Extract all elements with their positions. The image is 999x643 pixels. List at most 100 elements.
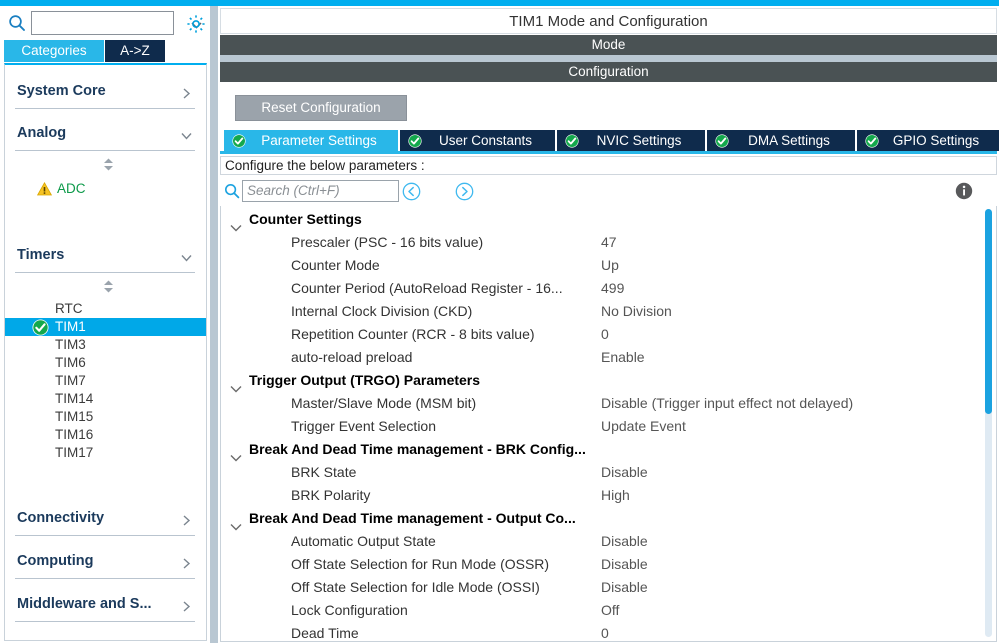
chevron-left-circle-icon[interactable] (402, 182, 421, 201)
table-row[interactable]: Dead Time 0 (221, 622, 981, 641)
tree-group-counter-settings[interactable]: Counter Settings (221, 208, 981, 232)
param-label: Counter Mode (291, 257, 380, 273)
table-row[interactable]: Counter Period (AutoReload Register - 16… (221, 277, 981, 300)
sidebar-item-tim7[interactable]: TIM7 (5, 372, 206, 390)
parameter-search-input[interactable]: Search (Ctrl+F) (242, 180, 399, 202)
param-value[interactable]: 0 (601, 323, 609, 346)
tree-group-label: Break And Dead Time management - Output … (249, 510, 576, 526)
sidebar-search-input[interactable] (31, 11, 174, 35)
tree-group-label: Trigger Output (TRGO) Parameters (249, 372, 481, 388)
table-row[interactable]: Off State Selection for Idle Mode (OSSI)… (221, 576, 981, 599)
table-row[interactable]: Trigger Event Selection Update Event (221, 415, 981, 438)
sidebar-tab-a-to-z[interactable]: A->Z (105, 40, 165, 62)
param-value[interactable]: High (601, 484, 630, 507)
chevron-down-icon (180, 129, 193, 142)
table-row[interactable]: Off State Selection for Run Mode (OSSR) … (221, 553, 981, 576)
tree-group-trigger-output[interactable]: Trigger Output (TRGO) Parameters (221, 369, 981, 393)
sidebar-group-timers[interactable]: Timers (15, 243, 195, 273)
tab-parameter-settings[interactable]: Parameter Settings (224, 130, 398, 151)
param-value[interactable]: 47 (601, 231, 617, 254)
param-value[interactable]: Disable (601, 576, 648, 599)
param-value[interactable]: Disable (601, 530, 648, 553)
sidebar-item-label: TIM3 (55, 337, 86, 352)
sidebar-group-system-core[interactable]: System Core (15, 79, 195, 109)
param-label: Automatic Output State (291, 533, 436, 549)
scroll-spinner-analog[interactable] (103, 158, 114, 171)
scroll-spinner-timers[interactable] (103, 280, 114, 293)
param-value[interactable]: 499 (601, 277, 624, 300)
sidebar-group-analog[interactable]: Analog (15, 121, 195, 151)
chevron-down-icon (230, 515, 242, 531)
table-row[interactable]: Automatic Output State Disable (221, 530, 981, 553)
vertical-scrollbar-thumb[interactable] (985, 209, 992, 414)
param-value[interactable]: No Division (601, 300, 672, 323)
configure-hint: Configure the below parameters : (220, 156, 997, 175)
search-icon (8, 14, 26, 32)
tab-label: Parameter Settings (261, 133, 377, 148)
sidebar-item-label: TIM7 (55, 373, 86, 388)
param-value[interactable]: Off (601, 599, 619, 622)
sidebar-item-tim17[interactable]: TIM17 (5, 444, 206, 462)
cubemx-window: Categories A->Z System Core Analog ADC T… (0, 0, 999, 643)
param-value[interactable]: Disable (Trigger input effect not delaye… (601, 392, 853, 415)
sidebar-item-label: TIM17 (55, 445, 94, 460)
page-title: TIM1 Mode and Configuration (220, 8, 997, 34)
tree-group-output-config[interactable]: Break And Dead Time management - Output … (221, 507, 981, 531)
sidebar-item-adc[interactable]: ADC (5, 180, 206, 198)
table-row[interactable]: Repetition Counter (RCR - 8 bits value) … (221, 323, 981, 346)
chevron-down-icon (230, 446, 242, 462)
sidebar-group-connectivity[interactable]: Connectivity (15, 506, 195, 536)
table-row[interactable]: BRK State Disable (221, 461, 981, 484)
tab-gpio-settings[interactable]: GPIO Settings (857, 130, 999, 151)
sidebar-item-tim3[interactable]: TIM3 (5, 336, 206, 354)
chevron-right-icon (180, 514, 193, 527)
table-row[interactable]: Internal Clock Division (CKD) No Divisio… (221, 300, 981, 323)
sidebar-group-label: Computing (17, 553, 94, 569)
chevron-right-icon (180, 600, 193, 613)
chevron-right-circle-icon[interactable] (455, 182, 474, 201)
sidebar-group-middleware[interactable]: Middleware and S... (15, 592, 195, 622)
table-row[interactable]: Counter Mode Up (221, 254, 981, 277)
tab-user-constants[interactable]: User Constants (400, 130, 555, 151)
param-label: Prescaler (PSC - 16 bits value) (291, 234, 484, 250)
tab-underline (220, 151, 997, 154)
sidebar-search-row (0, 8, 210, 38)
sidebar-item-tim16[interactable]: TIM16 (5, 426, 206, 444)
check-circle-icon (565, 133, 579, 148)
tree-group-brk-config[interactable]: Break And Dead Time management - BRK Con… (221, 438, 981, 462)
sidebar-item-tim1[interactable]: TIM1 (5, 318, 206, 336)
gear-icon[interactable] (186, 14, 206, 34)
tab-label: NVIC Settings (596, 133, 682, 148)
param-value[interactable]: Update Event (601, 415, 686, 438)
sidebar-item-tim6[interactable]: TIM6 (5, 354, 206, 372)
sidebar: Categories A->Z System Core Analog ADC T… (0, 6, 210, 643)
param-value[interactable]: Disable (601, 553, 648, 576)
param-value[interactable]: 0 (601, 622, 609, 641)
param-value[interactable]: Disable (601, 461, 648, 484)
sidebar-item-tim14[interactable]: TIM14 (5, 390, 206, 408)
mode-section-bar: Mode (220, 35, 997, 55)
sidebar-group-label: System Core (17, 83, 106, 99)
sidebar-tree: System Core Analog ADC Timers RTC TIM1 T… (4, 63, 207, 641)
sidebar-tab-categories[interactable]: Categories (4, 40, 104, 62)
info-icon[interactable] (955, 182, 973, 200)
panel-divider[interactable] (210, 6, 218, 643)
sidebar-tabs: Categories A->Z (0, 40, 210, 62)
param-value[interactable]: Up (601, 254, 619, 277)
tab-label: GPIO Settings (892, 133, 980, 148)
sidebar-group-computing[interactable]: Computing (15, 549, 195, 579)
sidebar-item-label: TIM16 (55, 427, 94, 442)
sidebar-item-tim15[interactable]: TIM15 (5, 408, 206, 426)
table-row[interactable]: BRK Polarity High (221, 484, 981, 507)
sidebar-item-label: TIM15 (55, 409, 94, 424)
table-row[interactable]: auto-reload preload Enable (221, 346, 981, 369)
param-value[interactable]: Enable (601, 346, 645, 369)
tab-nvic-settings[interactable]: NVIC Settings (557, 130, 705, 151)
table-row[interactable]: Master/Slave Mode (MSM bit) Disable (Tri… (221, 392, 981, 415)
param-label: Repetition Counter (RCR - 8 bits value) (291, 326, 535, 342)
tab-dma-settings[interactable]: DMA Settings (707, 130, 855, 151)
sidebar-item-rtc[interactable]: RTC (5, 300, 206, 318)
table-row[interactable]: Prescaler (PSC - 16 bits value) 47 (221, 231, 981, 254)
table-row[interactable]: Lock Configuration Off (221, 599, 981, 622)
reset-configuration-button[interactable]: Reset Configuration (235, 95, 407, 121)
